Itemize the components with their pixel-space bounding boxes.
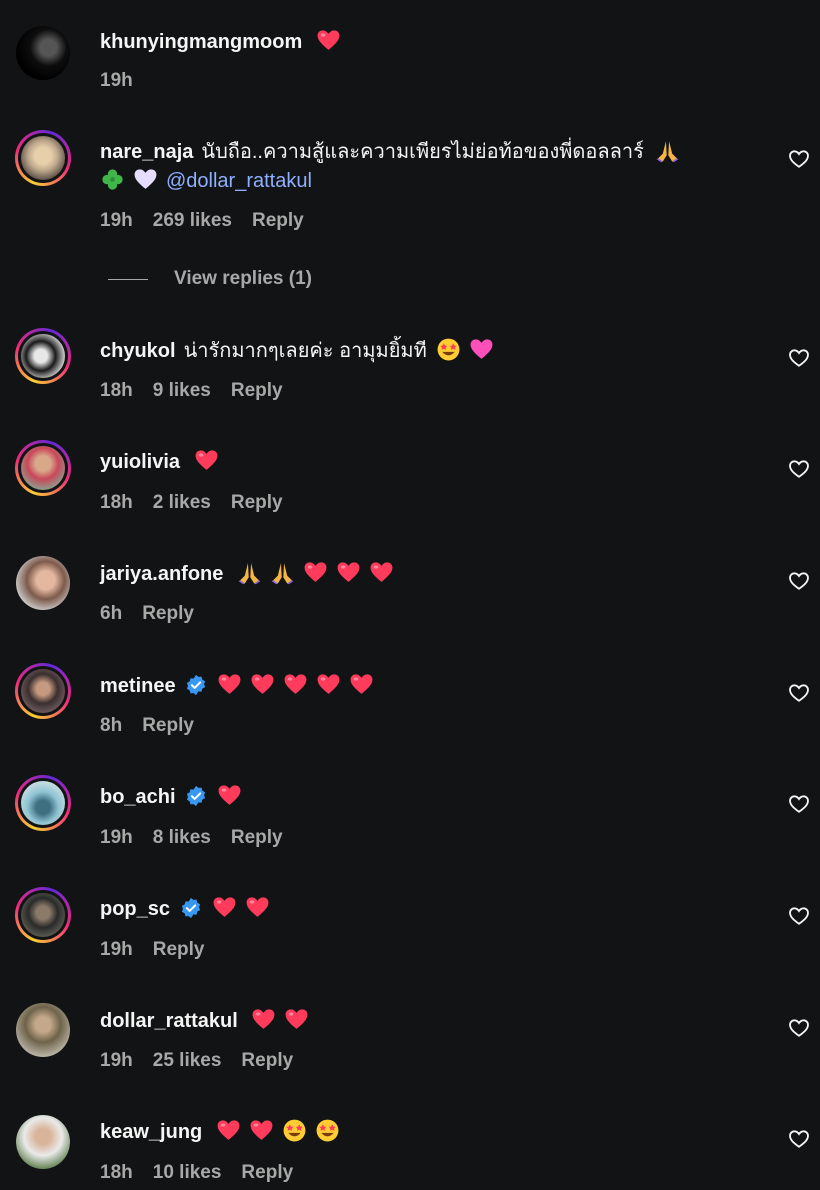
divider bbox=[108, 278, 148, 280]
heart-emoji-icon bbox=[212, 895, 237, 920]
username[interactable]: nare_naja bbox=[100, 141, 193, 163]
likes-count[interactable]: 9 likes bbox=[153, 380, 211, 402]
like-heart-icon[interactable] bbox=[788, 570, 812, 594]
timestamp: 18h bbox=[100, 380, 133, 401]
verified-badge-icon bbox=[185, 785, 207, 807]
avatar[interactable] bbox=[15, 663, 71, 719]
heart-emoji-icon bbox=[251, 1007, 276, 1032]
like-heart-icon[interactable] bbox=[788, 682, 812, 706]
heart-emoji-icon bbox=[194, 448, 219, 473]
username[interactable]: dollar_rattakul bbox=[100, 1010, 238, 1032]
avatar[interactable] bbox=[15, 328, 71, 384]
clover-emoji-icon bbox=[100, 167, 125, 192]
like-heart-icon[interactable] bbox=[788, 458, 812, 482]
heart-emoji-icon bbox=[216, 1118, 241, 1143]
mention-link[interactable]: @dollar_rattakul bbox=[166, 170, 312, 192]
heart-emoji-icon bbox=[369, 560, 394, 585]
timestamp: 19h bbox=[100, 210, 133, 231]
avatar[interactable] bbox=[15, 1114, 71, 1170]
pray-emoji-icon bbox=[237, 560, 262, 585]
heart-emoji-icon bbox=[217, 783, 242, 808]
avatar[interactable] bbox=[15, 1002, 71, 1058]
like-heart-icon[interactable] bbox=[788, 793, 812, 817]
timestamp: 19h bbox=[100, 70, 133, 91]
likes-count[interactable]: 2 likes bbox=[153, 492, 211, 514]
reply-button[interactable]: Reply bbox=[142, 715, 194, 737]
username[interactable]: chyukol bbox=[100, 340, 176, 362]
username[interactable]: khunyingmangmoom bbox=[100, 31, 302, 53]
view-replies-label: View replies (1) bbox=[174, 268, 312, 289]
like-heart-icon[interactable] bbox=[788, 148, 812, 172]
heart-emoji-icon bbox=[245, 895, 270, 920]
heart-emoji-icon bbox=[336, 560, 361, 585]
verified-badge-icon bbox=[180, 897, 202, 919]
username[interactable]: bo_achi bbox=[100, 786, 176, 808]
comment-text: นับถือ..ความสู้และความเพียรไม่ย่อท้อของพ… bbox=[201, 141, 644, 163]
timestamp: 8h bbox=[100, 715, 123, 736]
avatar[interactable] bbox=[15, 25, 71, 81]
star-eyes-emoji-icon bbox=[436, 337, 461, 362]
reply-button[interactable]: Reply bbox=[231, 827, 283, 849]
pray-emoji-icon bbox=[270, 560, 295, 585]
reply-button[interactable]: Reply bbox=[142, 603, 194, 625]
timestamp: 18h bbox=[100, 1162, 133, 1183]
heart-emoji-icon bbox=[250, 672, 275, 697]
avatar[interactable] bbox=[15, 555, 71, 611]
reply-button[interactable]: Reply bbox=[241, 1050, 293, 1072]
reply-button[interactable]: Reply bbox=[231, 492, 283, 514]
likes-count[interactable]: 8 likes bbox=[153, 827, 211, 849]
username[interactable]: jariya.anfone bbox=[100, 563, 223, 585]
reply-button[interactable]: Reply bbox=[241, 1162, 293, 1184]
timestamp: 19h bbox=[100, 827, 133, 848]
like-heart-icon[interactable] bbox=[788, 1128, 812, 1152]
heart-emoji-icon bbox=[284, 1007, 309, 1032]
like-heart-icon[interactable] bbox=[788, 347, 812, 371]
like-heart-icon[interactable] bbox=[788, 905, 812, 929]
heart-emoji-icon bbox=[316, 28, 341, 53]
pray-emoji-icon bbox=[655, 138, 680, 163]
timestamp: 19h bbox=[100, 939, 133, 960]
likes-count[interactable]: 10 likes bbox=[153, 1162, 222, 1184]
username[interactable]: keaw_jung bbox=[100, 1121, 202, 1143]
heart-emoji-icon bbox=[349, 672, 374, 697]
username[interactable]: yuiolivia bbox=[100, 451, 180, 473]
comment-text: น่ารักมากๆเลยค่ะ อามุมยิ้มที bbox=[183, 340, 427, 362]
white-heart-emoji-icon bbox=[133, 167, 158, 192]
likes-count[interactable]: 269 likes bbox=[153, 210, 232, 232]
heart-emoji-icon bbox=[303, 560, 328, 585]
heart-emoji-icon bbox=[316, 672, 341, 697]
username[interactable]: pop_sc bbox=[100, 898, 170, 920]
heart-emoji-icon bbox=[217, 672, 242, 697]
heart-emoji-icon bbox=[283, 672, 308, 697]
reply-button[interactable]: Reply bbox=[153, 939, 205, 961]
avatar[interactable] bbox=[15, 440, 71, 496]
like-heart-icon[interactable] bbox=[788, 1017, 812, 1041]
avatar[interactable] bbox=[15, 887, 71, 943]
timestamp: 19h bbox=[100, 1050, 133, 1071]
star-eyes-emoji-icon bbox=[315, 1118, 340, 1143]
view-replies-button[interactable]: View replies (1) bbox=[108, 268, 312, 290]
avatar[interactable] bbox=[15, 130, 71, 186]
star-eyes-emoji-icon bbox=[282, 1118, 307, 1143]
pink-heart-emoji-icon bbox=[469, 337, 494, 362]
avatar[interactable] bbox=[15, 775, 71, 831]
timestamp: 18h bbox=[100, 492, 133, 513]
reply-button[interactable]: Reply bbox=[231, 380, 283, 402]
reply-button[interactable]: Reply bbox=[252, 210, 304, 232]
heart-emoji-icon bbox=[249, 1118, 274, 1143]
verified-badge-icon bbox=[185, 674, 207, 696]
timestamp: 6h bbox=[100, 603, 123, 624]
likes-count[interactable]: 25 likes bbox=[153, 1050, 222, 1072]
username[interactable]: metinee bbox=[100, 675, 176, 697]
